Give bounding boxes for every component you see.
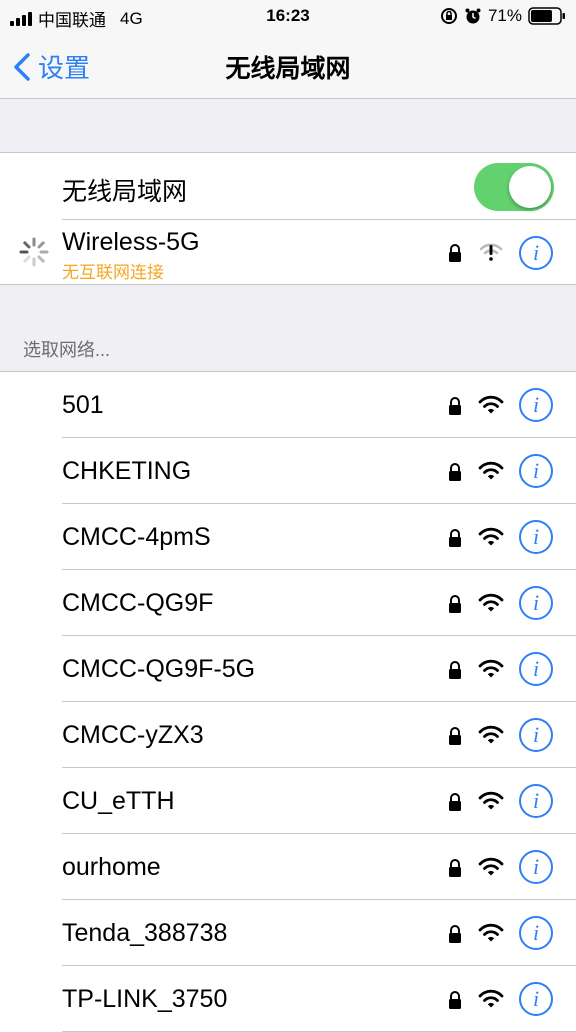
battery-icon	[528, 7, 565, 25]
network-row[interactable]: CMCC-yZX3 i	[0, 702, 576, 768]
info-icon[interactable]: i	[519, 520, 553, 554]
wlan-group: 无线局域网 Wireless-5G 无互联网连接 i	[0, 152, 576, 285]
wifi-signal-icon	[478, 923, 504, 942]
wifi-signal-icon	[478, 857, 504, 876]
wlan-toggle-switch[interactable]	[474, 163, 554, 211]
lock-icon	[449, 793, 461, 811]
info-icon[interactable]: i	[519, 916, 553, 950]
info-icon[interactable]: i	[519, 850, 553, 884]
network-row[interactable]: CMCC-QG9F-5G i	[0, 636, 576, 702]
lock-icon	[449, 529, 461, 547]
wifi-signal-icon	[478, 461, 504, 480]
network-row[interactable]: ourhome i	[0, 834, 576, 900]
wifi-signal-icon	[478, 659, 504, 678]
network-row[interactable]: CMCC-QG9F i	[0, 570, 576, 636]
lock-icon	[449, 991, 461, 1009]
wifi-signal-icon	[478, 593, 504, 612]
lock-icon	[449, 859, 461, 877]
lock-icon	[449, 463, 461, 481]
loading-spinner-icon	[19, 237, 49, 267]
navigation-bar: 设置 无线局域网	[0, 32, 576, 99]
lock-icon	[449, 244, 461, 262]
lock-icon	[449, 727, 461, 745]
lock-icon	[449, 925, 461, 943]
wifi-signal-icon	[478, 395, 504, 414]
wifi-no-internet-icon	[479, 243, 503, 261]
battery-percent: 71%	[487, 6, 522, 25]
network-row[interactable]: CU_eTTH i	[0, 768, 576, 834]
network-name: TP-LINK_3750	[62, 985, 228, 1013]
current-network-status: 无互联网连接	[62, 263, 164, 282]
info-icon[interactable]: i	[519, 652, 553, 686]
network-row[interactable]: CMCC-4pmS i	[0, 504, 576, 570]
wifi-signal-icon	[478, 725, 504, 744]
orientation-lock-icon	[440, 8, 457, 24]
lock-icon	[449, 661, 461, 679]
info-icon[interactable]: i	[519, 784, 553, 818]
wifi-signal-icon	[478, 989, 504, 1008]
info-icon[interactable]: i	[519, 388, 553, 422]
network-name: CMCC-QG9F	[62, 589, 214, 617]
lock-icon	[449, 397, 461, 415]
network-list: 501 i CHKETING i CMCC-4pmS i CMCC-QG9F i…	[0, 371, 576, 1032]
network-row[interactable]: CHKETING i	[0, 438, 576, 504]
network-row[interactable]: Tenda_388738 i	[0, 900, 576, 966]
wlan-toggle-label: 无线局域网	[62, 178, 188, 206]
current-network-row[interactable]: Wireless-5G 无互联网连接 i	[0, 220, 576, 284]
lock-icon	[449, 595, 461, 613]
network-name: CMCC-QG9F-5G	[62, 655, 256, 683]
current-network-name: Wireless-5G	[62, 228, 200, 256]
network-name: 501	[62, 391, 104, 419]
network-name: CMCC-4pmS	[62, 523, 211, 551]
network-name: CU_eTTH	[62, 787, 175, 815]
status-bar: 中国联通 4G 16:23 71%	[0, 0, 576, 32]
network-name: CMCC-yZX3	[62, 721, 204, 749]
status-right: 71%	[440, 6, 566, 26]
network-name: Tenda_388738	[62, 919, 228, 947]
info-icon[interactable]: i	[519, 454, 553, 488]
network-row[interactable]: TP-LINK_3750 i	[0, 966, 576, 1032]
wlan-toggle-row: 无线局域网	[0, 153, 576, 220]
info-icon[interactable]: i	[519, 718, 553, 752]
info-icon[interactable]: i	[519, 586, 553, 620]
network-name: CHKETING	[62, 457, 192, 485]
network-row[interactable]: 501 i	[0, 372, 576, 438]
network-name: ourhome	[62, 853, 161, 881]
choose-network-header: 选取网络...	[23, 340, 111, 360]
info-icon[interactable]: i	[519, 982, 553, 1016]
wifi-signal-icon	[478, 527, 504, 546]
info-icon[interactable]: i	[519, 236, 553, 270]
toggle-knob	[509, 166, 551, 208]
alarm-icon	[465, 8, 481, 24]
wifi-signal-icon	[478, 791, 504, 810]
page-title: 无线局域网	[225, 55, 351, 83]
